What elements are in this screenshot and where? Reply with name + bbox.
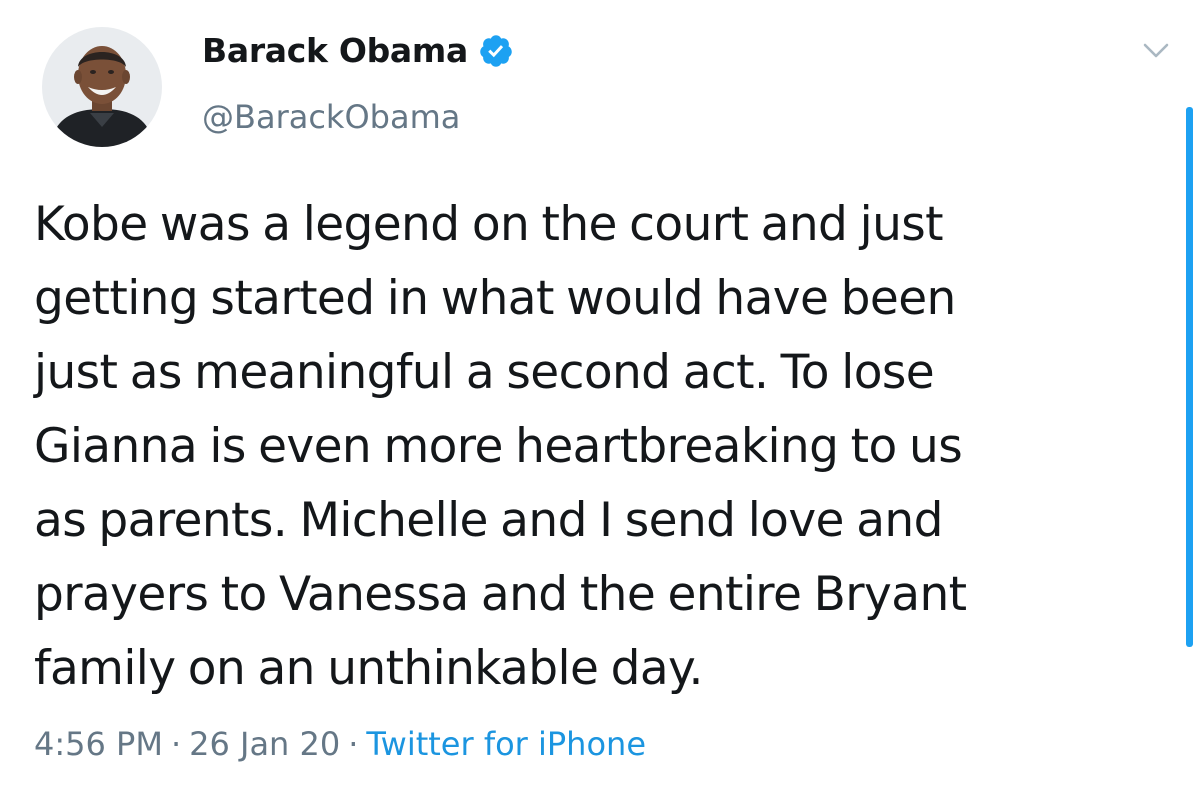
author-handle[interactable]: @BarackObama	[202, 95, 460, 139]
tweet-text-line: as parents. Michelle and I send love and	[34, 493, 943, 548]
meta-separator: ·	[348, 725, 359, 763]
tweet-time[interactable]: 4:56 PM	[34, 725, 163, 763]
tweet-text-line: Kobe was a legend on the court and just	[34, 197, 944, 252]
tweet-text: Kobe was a legend on the court and just …	[34, 188, 1144, 706]
tweet-text-line: family on an unthinkable day.	[34, 641, 703, 696]
tweet-text-line: just as meaningful a second act. To lose	[34, 345, 935, 400]
scrollbar[interactable]	[1186, 107, 1193, 647]
tweet-meta: 4:56 PM · 26 Jan 20 · Twitter for iPhone	[34, 722, 646, 766]
avatar[interactable]	[42, 27, 162, 147]
tweet-text-line: Gianna is even more heartbreaking to us	[34, 419, 963, 474]
meta-separator: ·	[170, 725, 182, 763]
tweet-date[interactable]: 26 Jan 20	[189, 725, 340, 763]
tweet-text-line: getting started in what would have been	[34, 271, 956, 326]
verified-badge-icon	[480, 35, 512, 67]
tweet-source-link[interactable]: Twitter for iPhone	[366, 725, 646, 763]
author-name-row[interactable]: Barack Obama	[202, 29, 514, 73]
tweet-text-line: prayers to Vanessa and the entire Bryant	[34, 567, 967, 622]
chevron-down-icon[interactable]	[1140, 38, 1172, 62]
author-display-name[interactable]: Barack Obama	[202, 29, 468, 73]
